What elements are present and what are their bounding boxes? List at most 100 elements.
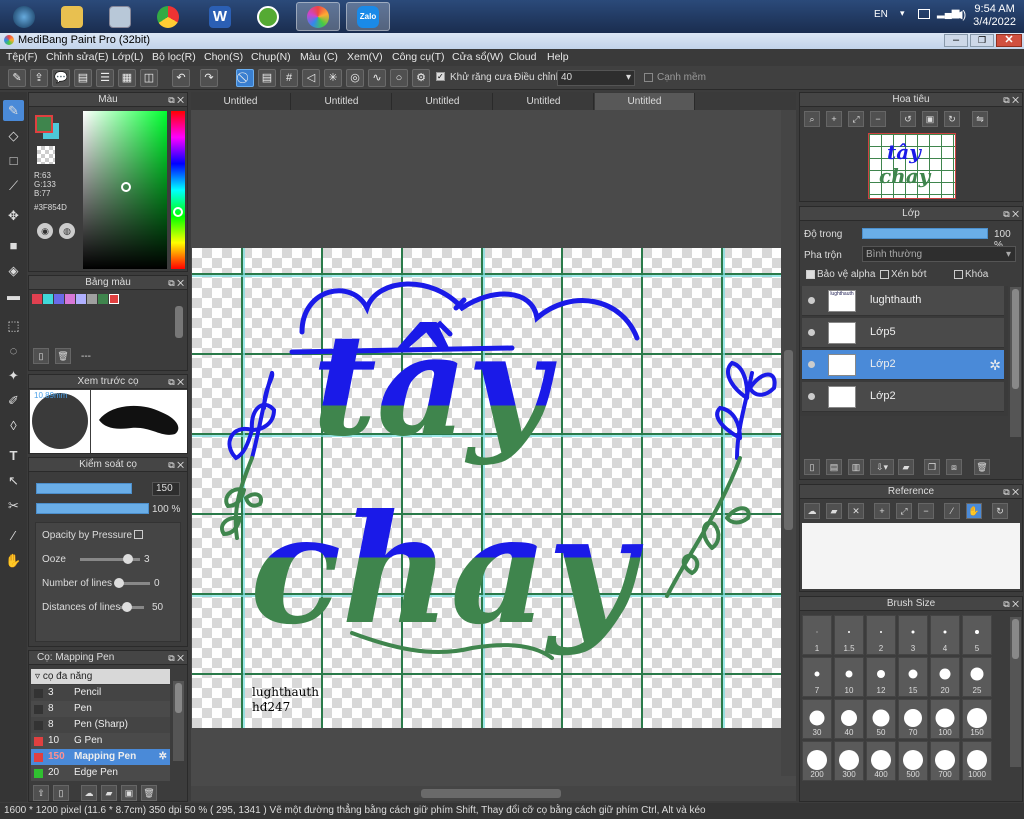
tab-document[interactable]: Untitled [292, 93, 392, 110]
visibility-eye-icon[interactable] [808, 297, 815, 304]
tab-document[interactable]: Untitled [393, 93, 493, 110]
primary-color-swatch[interactable] [35, 115, 53, 133]
gradient-tool-icon[interactable]: ▬ [3, 285, 24, 306]
text-tool-icon[interactable]: T [3, 445, 24, 466]
layer-opacity-slider[interactable] [862, 228, 988, 239]
new-8bit-layer-icon[interactable]: ▥ [848, 459, 864, 475]
drawing-canvas[interactable]: tây chay lughthauth hđ247 [192, 248, 781, 728]
clip-checkbox[interactable] [880, 269, 889, 279]
brush-add-icon[interactable]: ⇧ [33, 785, 49, 801]
brush-size-preset[interactable]: 1000 [962, 741, 992, 781]
blend-select[interactable]: Bình thường ▾ [862, 246, 1016, 262]
menu-layer[interactable]: Lớp(L) [112, 51, 143, 63]
brush-size-preset[interactable]: 15 [898, 657, 928, 697]
select-pen-icon[interactable]: ✐ [3, 390, 24, 411]
merge-layer-icon[interactable]: ⧈ [946, 459, 962, 475]
panel-close-icon[interactable]: ⧉ ✕ [168, 276, 184, 290]
palette-swatch[interactable] [43, 294, 53, 304]
taskbar-calculator[interactable] [98, 2, 142, 31]
panel-close-icon[interactable]: ⧉ ✕ [1003, 485, 1019, 499]
brush-size-preset[interactable]: 2 [866, 615, 896, 655]
lock-option[interactable]: Khóa [954, 269, 988, 280]
horizontal-scrollbar[interactable] [191, 786, 796, 801]
brush-folder-icon[interactable]: ▰ [101, 785, 117, 801]
brush-size-preset[interactable]: 30 [802, 699, 832, 739]
protect-alpha-checkbox[interactable] [806, 269, 815, 279]
layer-folder-icon[interactable]: ▰ [898, 459, 914, 475]
start-button[interactable] [2, 2, 46, 31]
visibility-eye-icon[interactable] [808, 361, 815, 368]
select-eraser-icon[interactable]: ◊ [3, 415, 24, 436]
palette-swatch[interactable] [109, 294, 119, 304]
menu-tools[interactable]: Công cụ(T) [392, 51, 445, 63]
vertical-scrollbar[interactable] [781, 110, 796, 776]
snap-vanish-icon[interactable]: ◁ [302, 69, 320, 87]
nav-actual-size-icon[interactable]: ▣ [922, 111, 938, 127]
snap-curve-icon[interactable]: ∿ [368, 69, 386, 87]
antialias-checkbox[interactable]: ✓ [436, 72, 445, 81]
fill-rect-tool-icon[interactable]: ■ [3, 235, 24, 256]
navigator-thumbnail[interactable]: tây chay [868, 133, 956, 199]
brush-item[interactable]: 20 Edge Pen [31, 765, 170, 781]
layer-row[interactable]: Lớp2 [802, 382, 1004, 412]
brush-item[interactable]: 10 G Pen [31, 733, 170, 749]
menu-capture[interactable]: Chụp(N) [251, 51, 291, 63]
brush-opacity-slider[interactable] [36, 503, 149, 514]
brush-size-preset[interactable]: 1.5 [834, 615, 864, 655]
ref-rotate-icon[interactable]: ↻ [992, 503, 1008, 519]
hand-tool-icon[interactable]: ✋ [3, 550, 24, 571]
brush-tool-icon[interactable]: ✎ [3, 100, 24, 121]
lasso-tool-icon[interactable]: ◌ [3, 340, 24, 361]
nav-zoom-in-icon[interactable]: ⌕ [804, 111, 820, 127]
layer-row-selected[interactable]: Lớp2 ✲ [802, 350, 1004, 380]
saturation-value-field[interactable] [83, 111, 167, 269]
magic-wand-icon[interactable]: ✦ [3, 365, 24, 386]
delete-layer-icon[interactable]: 🗑 [974, 459, 990, 475]
ref-eyedropper-icon[interactable]: ⁄ [944, 503, 960, 519]
brush-size-preset[interactable]: 20 [930, 657, 960, 697]
dot-tool-icon[interactable]: □ [3, 150, 24, 171]
ref-cloud-icon[interactable]: ☁ [804, 503, 820, 519]
smooth-checkbox[interactable] [644, 73, 653, 82]
palette-scrollbar[interactable] [175, 306, 183, 338]
brush-size-scrollbar[interactable] [1010, 617, 1021, 767]
menu-cloud[interactable]: Cloud [509, 51, 536, 63]
action-center-icon[interactable] [918, 9, 930, 19]
brush-item[interactable]: 8 Pen [31, 701, 170, 717]
brush-list-scrollbar[interactable] [173, 681, 184, 761]
canvas-viewport[interactable]: tây chay lughthauth hđ247 [191, 110, 796, 790]
view-icon[interactable]: ◫ [140, 69, 158, 87]
nav-rotate-left-icon[interactable]: ↺ [900, 111, 916, 127]
brush-size-preset[interactable]: 25 [962, 657, 992, 697]
snap-parallel-icon[interactable]: ▤ [258, 69, 276, 87]
panel-close-icon[interactable]: ⧉ ✕ [1003, 207, 1019, 221]
ref-close-icon[interactable]: ✕ [848, 503, 864, 519]
brush-group[interactable]: ▿ cọ đa năng [31, 669, 170, 684]
palette-swatch[interactable] [87, 294, 97, 304]
snap-circle-icon[interactable]: ◎ [346, 69, 364, 87]
hue-cursor[interactable] [173, 207, 183, 217]
taskbar-zalo[interactable]: Zalo [346, 2, 390, 31]
menu-color[interactable]: Màu (C) [300, 51, 338, 63]
brush-size-preset[interactable]: 40 [834, 699, 864, 739]
eyedropper-icon[interactable]: ⁄ [3, 525, 24, 546]
ref-zoom-in-icon[interactable]: + [874, 503, 890, 519]
menu-help[interactable]: Help [547, 51, 569, 63]
palette-swatch[interactable] [54, 294, 64, 304]
snap-off-icon[interactable]: ⃠ [236, 69, 254, 87]
nav-fit-icon[interactable]: ⤢ [848, 111, 864, 127]
opacity-pressure-checkbox[interactable] [134, 530, 143, 539]
adjust-select[interactable]: 40 ▾ [557, 70, 635, 86]
language-indicator[interactable]: EN [874, 9, 888, 20]
delete-palette-icon[interactable]: 🗑 [55, 348, 71, 364]
new-palette-icon[interactable]: ▯ [33, 348, 49, 364]
ref-open-icon[interactable]: ▰ [826, 503, 842, 519]
snap-settings-icon[interactable]: ⚙ [412, 69, 430, 87]
menu-file[interactable]: Tệp(F) [6, 51, 38, 63]
brush-size-preset[interactable]: 200 [802, 741, 832, 781]
new-layer-icon[interactable]: ▯ [804, 459, 820, 475]
clock[interactable]: 9:54 AM 3/4/2022 [973, 3, 1016, 29]
ref-zoom-out-icon[interactable]: − [918, 503, 934, 519]
taskbar-chrome[interactable] [146, 2, 190, 31]
clip-option[interactable]: Xén bớt [880, 269, 926, 280]
